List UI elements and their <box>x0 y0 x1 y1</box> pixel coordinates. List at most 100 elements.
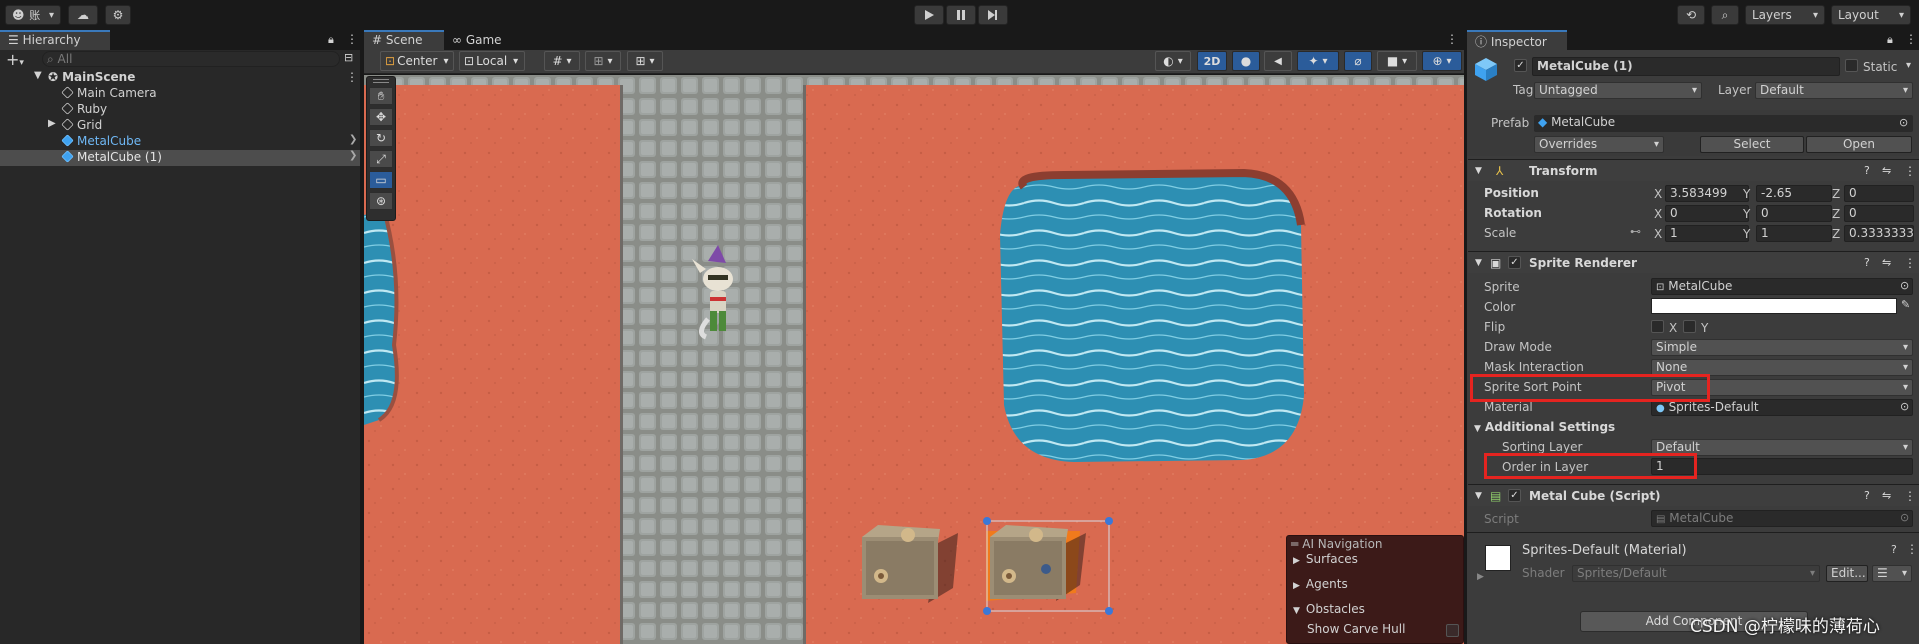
rotate-tool[interactable]: ↻ <box>369 129 393 147</box>
object-name-field[interactable]: MetalCube (1) <box>1532 57 1840 76</box>
hierarchy-item[interactable]: Main Camera <box>0 86 360 102</box>
scale-z-field[interactable]: 0.3333333 <box>1844 225 1914 242</box>
toggle-2d-button[interactable]: 2D <box>1197 51 1227 71</box>
object-picker-icon[interactable]: ⊙ <box>1899 116 1908 129</box>
scene-viewport[interactable]: ✋︎ ✥ ↻ ⤢ ▭ ⊛ ═ AI Navigation ▶ Surfaces ▶ A… <box>364 75 1464 644</box>
position-z-field[interactable]: 0 <box>1844 185 1914 202</box>
scale-y-field[interactable]: 1 <box>1756 225 1832 242</box>
script-enabled-checkbox[interactable]: ✓ <box>1508 489 1521 502</box>
tab-scene[interactable]: # Scene <box>364 30 444 50</box>
kebab-menu-icon[interactable]: ⋮ <box>1904 485 1916 507</box>
shader-menu-button[interactable]: ☰ <box>1872 565 1912 582</box>
effects-dropdown[interactable]: ✦ <box>1297 51 1339 71</box>
static-checkbox[interactable] <box>1845 59 1858 72</box>
layers-dropdown[interactable]: Layers <box>1745 5 1825 25</box>
pause-button[interactable] <box>946 5 976 25</box>
tab-hierarchy[interactable]: ☰ Hierarchy <box>0 30 110 50</box>
play-button[interactable] <box>914 5 944 25</box>
search-button[interactable]: ⌕ <box>1711 5 1739 25</box>
preset-icon[interactable]: ⇋ <box>1882 160 1891 182</box>
tab-inspector[interactable]: ⓘ Inspector <box>1467 30 1567 50</box>
kebab-menu-icon[interactable]: ⋮ <box>346 32 358 46</box>
hierarchy-item-selected[interactable]: MetalCube (1) ❯ <box>0 150 360 166</box>
position-y-field[interactable]: -2.65 <box>1756 185 1832 202</box>
account-dropdown[interactable]: ☻ 账 <box>5 5 61 25</box>
hierarchy-item[interactable]: Ruby <box>0 102 360 118</box>
pivot-space-dropdown[interactable]: ⊡ Local <box>459 51 525 71</box>
tag-dropdown[interactable]: Untagged <box>1534 82 1702 99</box>
object-picker-icon[interactable]: ⊙ <box>1900 279 1909 292</box>
pivot-mode-dropdown[interactable]: ⊡ Center <box>380 51 454 71</box>
kebab-menu-icon[interactable]: ⋮ <box>1906 542 1918 556</box>
sprite-renderer-header[interactable]: ▼ ▣ ✓ Sprite Renderer ? ⇋ ⋮ <box>1468 251 1919 273</box>
filter-icon[interactable]: ⊟ <box>344 51 353 64</box>
shader-dropdown[interactable]: Sprites/Default <box>1572 565 1820 582</box>
help-icon[interactable]: ? <box>1891 543 1897 556</box>
hierarchy-search-input[interactable]: ⌕ All <box>42 51 340 67</box>
eyedropper-icon[interactable]: ✎ <box>1901 298 1910 311</box>
rotation-y-field[interactable]: 0 <box>1756 205 1832 222</box>
flip-y-checkbox[interactable] <box>1683 320 1696 333</box>
overrides-dropdown[interactable]: Overrides <box>1534 136 1664 153</box>
help-icon[interactable]: ? <box>1864 160 1870 182</box>
rotation-z-field[interactable]: 0 <box>1844 205 1914 222</box>
preset-icon[interactable]: ⇋ <box>1882 252 1891 274</box>
metalcube-selected-sprite[interactable] <box>986 525 1086 601</box>
kebab-menu-icon[interactable]: ⋮ <box>346 70 358 84</box>
kebab-menu-icon[interactable]: ⋮ <box>1904 160 1916 182</box>
snap-increment-dropdown[interactable]: ⊞ <box>585 51 621 71</box>
grid-visibility-dropdown[interactable]: ⊞ <box>627 51 663 71</box>
scale-tool[interactable]: ⤢ <box>369 150 393 168</box>
select-button[interactable]: Select <box>1700 136 1804 153</box>
audio-toggle[interactable]: ◀ <box>1264 51 1292 71</box>
rotation-x-field[interactable]: 0 <box>1665 205 1749 222</box>
expand-arrow-icon[interactable]: ▶ <box>48 118 56 129</box>
transform-tool[interactable]: ⊛ <box>369 192 393 210</box>
additional-settings-foldout[interactable]: ▼ Additional Settings <box>1474 420 1615 434</box>
transform-header[interactable]: ▼ ⅄ Transform ? ⇋ ⋮ <box>1468 159 1919 181</box>
sprite-field[interactable]: ⊡ MetalCube <box>1651 278 1913 295</box>
link-icon[interactable]: ⊷ <box>1630 225 1641 238</box>
kebab-menu-icon[interactable]: ⋮ <box>1904 252 1916 274</box>
open-button[interactable]: Open <box>1806 136 1912 153</box>
hierarchy-item[interactable]: MetalCube ❯ <box>0 134 360 150</box>
collab-button[interactable]: ⚙ <box>105 5 131 25</box>
metal-cube-script-header[interactable]: ▼ ▤ ✓ Metal Cube (Script) ? ⇋ ⋮ <box>1468 484 1919 506</box>
step-button[interactable] <box>978 5 1008 25</box>
kebab-menu-icon[interactable]: ⋮ <box>1446 32 1458 46</box>
expand-arrow-icon[interactable]: ▶ <box>1477 572 1484 582</box>
chevron-right-icon[interactable]: ❯ <box>349 134 357 145</box>
hierarchy-item[interactable]: ▶ Grid <box>0 118 360 134</box>
sprite-renderer-enabled-checkbox[interactable]: ✓ <box>1508 256 1521 269</box>
overlay-item-surfaces[interactable]: ▶ Surfaces <box>1293 552 1358 566</box>
preset-icon[interactable]: ⇋ <box>1882 485 1891 507</box>
rect-tool[interactable]: ▭ <box>369 171 393 189</box>
lighting-toggle[interactable]: ● <box>1232 51 1260 71</box>
gizmos-dropdown[interactable]: ⊕ <box>1422 51 1462 71</box>
help-icon[interactable]: ? <box>1864 252 1870 274</box>
show-carve-hull-checkbox[interactable] <box>1446 624 1459 637</box>
help-icon[interactable]: ? <box>1864 485 1870 507</box>
draw-mode-dropdown[interactable]: ◐ <box>1155 51 1191 71</box>
move-tool[interactable]: ✥ <box>369 108 393 126</box>
shader-edit-button[interactable]: Edit... <box>1826 565 1868 582</box>
object-picker-icon[interactable]: ⊙ <box>1900 400 1909 413</box>
position-x-field[interactable]: 3.583499 <box>1665 185 1749 202</box>
prefab-field[interactable]: ◆ MetalCube <box>1534 115 1913 132</box>
color-swatch[interactable] <box>1651 298 1897 314</box>
cloud-button[interactable]: ☁ <box>68 5 98 25</box>
overlay-item-agents[interactable]: ▶ Agents <box>1293 577 1348 591</box>
kebab-menu-icon[interactable]: ⋮ <box>1905 32 1917 46</box>
expand-arrow-icon[interactable]: ▼ <box>34 70 42 81</box>
overlay-item-obstacles[interactable]: ▼ Obstacles <box>1293 602 1365 616</box>
overlay-title[interactable]: ═ AI Navigation <box>1291 537 1383 551</box>
lock-icon[interactable]: 🔒︎ <box>1887 33 1893 47</box>
hand-tool[interactable]: ✋︎ <box>369 87 393 105</box>
tools-grip[interactable] <box>373 79 389 83</box>
layer-dropdown[interactable]: Default <box>1755 82 1913 99</box>
camera-dropdown[interactable]: ■ <box>1377 51 1417 71</box>
flip-x-checkbox[interactable] <box>1651 320 1664 333</box>
layout-dropdown[interactable]: Layout <box>1831 5 1911 25</box>
history-button[interactable]: ⟲ <box>1677 5 1705 25</box>
scene-row[interactable]: ▼ ✪ MainScene ⋮ <box>0 70 360 86</box>
